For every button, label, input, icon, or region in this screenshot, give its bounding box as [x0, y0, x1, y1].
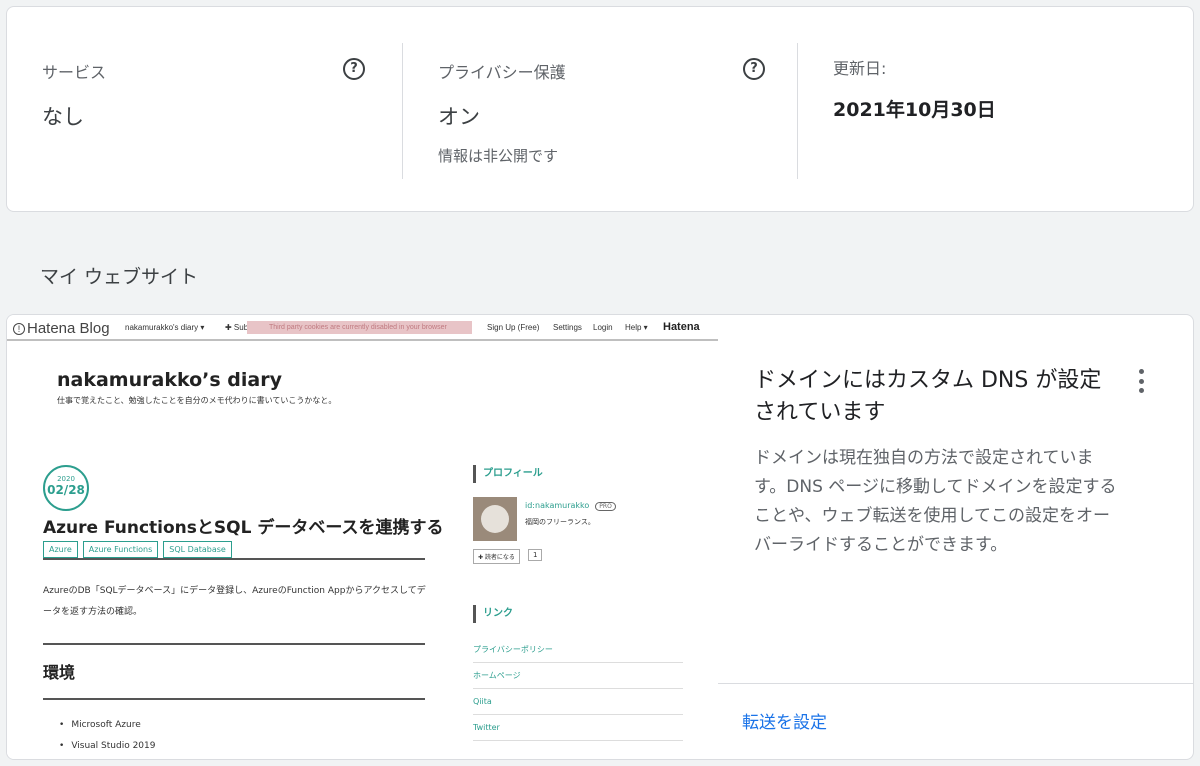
help-icon[interactable]: ?: [343, 58, 365, 80]
hatena-blog-logo: ! Hatena Blog: [13, 320, 110, 337]
hatena-topbar: ! Hatena Blog nakamurakko's diary ▾ ✚ Sub…: [7, 315, 718, 341]
links-list: プライバシーポリシー ホームページ Qiita Twitter: [473, 637, 683, 741]
settings-link: Settings: [553, 323, 582, 332]
list-item: Qiita: [473, 689, 683, 715]
profile-heading: プロフィール: [473, 465, 543, 483]
list-item: プライバシーポリシー: [473, 637, 683, 663]
service-column: サービス ? なし: [7, 7, 403, 211]
website-card: ! Hatena Blog nakamurakko's diary ▾ ✚ Sub…: [6, 314, 1194, 760]
profile-description: 福岡のフリーランス。: [525, 518, 595, 526]
avatar: [473, 497, 517, 541]
divider: [43, 558, 425, 560]
tag: Azure: [43, 541, 78, 558]
blog-tagline: 仕事で覚えたこと、勉強したことを自分のメモ代わりに書いていこうかなと。: [57, 396, 337, 405]
help-link: Help ▾: [625, 323, 648, 332]
updated-label: 更新日:: [833, 59, 887, 78]
dns-title: ドメインにはカスタム DNS が設定されています: [754, 368, 1102, 425]
blog-title: nakamurakko’s diary: [57, 369, 282, 391]
cookie-notice: Third party cookies are currently disabl…: [247, 321, 472, 334]
env-list: Microsoft Azure Visual Studio 2019: [59, 715, 155, 757]
date-year: 2020: [57, 475, 75, 483]
article-title: Azure FunctionsとSQL データベースを連携する: [43, 518, 444, 538]
list-item: ホームページ: [473, 663, 683, 689]
privacy-column: プライバシー保護 ? オン 情報は非公開です: [403, 7, 798, 211]
date-day: 02/28: [47, 483, 85, 497]
article-body: AzureのDB「SQLデータベース」にデータ登録し、AzureのFunctio…: [43, 586, 426, 617]
env-heading: 環境: [43, 663, 76, 682]
setup-forwarding-link[interactable]: 転送を設定: [742, 708, 827, 733]
privacy-value: オン: [438, 105, 480, 129]
reader-button: ✚ 読者になる: [473, 549, 520, 564]
login-link: Login: [593, 323, 613, 332]
article-tags: Azure Azure Functions SQL Database: [43, 541, 232, 558]
hatena-logo: Hatena: [663, 321, 700, 333]
section-title: マイ ウェブサイト: [40, 266, 199, 288]
divider: [718, 683, 1193, 684]
service-value: なし: [42, 105, 84, 129]
website-preview-image[interactable]: ! Hatena Blog nakamurakko's diary ▾ ✚ Sub…: [7, 315, 718, 759]
privacy-label: プライバシー保護: [438, 63, 566, 82]
updated-value: 2021年10月30日: [833, 99, 996, 121]
service-label: サービス: [42, 63, 107, 82]
subscribe-link: ✚ Sub: [225, 323, 249, 332]
article-date: 2020 02/28: [43, 465, 89, 511]
links-heading: リンク: [473, 605, 513, 623]
dns-status-panel: ドメインにはカスタム DNS が設定されています ドメインは現在独自の方法で設定…: [718, 315, 1193, 759]
list-item: Visual Studio 2019: [59, 736, 155, 757]
tag: Azure Functions: [82, 541, 159, 558]
divider: [43, 698, 425, 700]
dns-description: ドメインは現在独自の方法で設定されています。DNS ページに移動してドメインを設…: [754, 448, 1117, 555]
list-item: Twitter: [473, 715, 683, 741]
updated-column: 更新日: 2021年10月30日: [798, 7, 1195, 211]
blog-menu: nakamurakko's diary ▾: [125, 323, 205, 332]
profile-id: id:nakamurakko PRO: [525, 501, 616, 511]
signup-link: Sign Up (Free): [487, 323, 540, 332]
tag: SQL Database: [163, 541, 232, 558]
hatena-logo-icon: !: [13, 323, 25, 335]
pro-badge: PRO: [595, 502, 616, 511]
divider: [43, 643, 425, 645]
privacy-subtext: 情報は非公開です: [438, 147, 559, 165]
reader-count: 1: [528, 549, 543, 561]
help-icon[interactable]: ?: [743, 58, 765, 80]
domain-info-card: サービス ? なし プライバシー保護 ? オン 情報は非公開です 更新日: 20…: [6, 6, 1194, 212]
list-item: Microsoft Azure: [59, 715, 155, 736]
more-options-icon[interactable]: [1132, 367, 1150, 395]
